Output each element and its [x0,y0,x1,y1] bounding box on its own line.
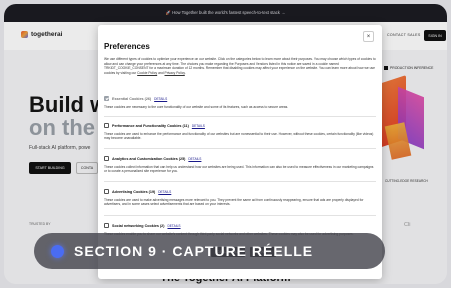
cookie-policy-link[interactable]: Cookie Policy [137,71,157,75]
modal-intro: We use different types of cookies to opt… [104,57,376,75]
details-link[interactable]: DETAILS [167,224,180,228]
category-description: These cookies are used to make advertisi… [104,198,364,207]
advertising-checkbox[interactable] [104,189,109,194]
category-description: These cookies collect information that c… [104,165,374,174]
cookie-category-analytics: Analytics and Customization Cookies (25)… [104,156,376,174]
category-label: Social networking Cookies (2) [112,223,165,228]
analytics-checkbox[interactable] [104,156,109,161]
details-link[interactable]: DETAILS [154,97,167,101]
details-link[interactable]: DETAILS [192,124,205,128]
modal-title: Preferences [104,42,150,51]
intro-end: . [184,70,186,75]
cookie-category-essential: Essential Cookies (26) DETAILS These coo… [104,96,376,109]
cookie-category-advertising: Advertising Cookies (19) DETAILS These c… [104,189,376,207]
close-icon[interactable]: × [363,31,374,42]
cookie-category-performance: Performance and Functionality Cookies (1… [104,123,376,141]
category-label: Performance and Functionality Cookies (1… [112,123,189,128]
divider [104,148,376,149]
section-overlay-pill: SECTION 9 · CAPTURE RÉELLE [34,233,385,269]
section-label: SECTION 9 · CAPTURE RÉELLE [74,243,314,259]
category-label: Advertising Cookies (19) [112,189,156,194]
intro-and: and [157,70,165,75]
performance-checkbox[interactable] [104,123,109,128]
category-description: These cookies are necessary to the core … [104,105,289,109]
divider [104,181,376,182]
details-link[interactable]: DETAILS [188,157,201,161]
status-dot-icon [51,244,64,258]
essential-checkbox [104,96,109,101]
details-link[interactable]: DETAILS [158,190,171,194]
category-label: Analytics and Customization Cookies (25) [112,156,186,161]
page-frame: 🚀 How Together built the world's fastest… [4,4,447,284]
social-checkbox[interactable] [104,223,109,228]
category-description: These cookies are used to enhance the pe… [104,132,374,141]
divider [104,116,376,117]
divider [104,215,376,216]
privacy-policy-link[interactable]: Privacy Policy [165,71,185,75]
category-label: Essential Cookies (26) [112,96,152,101]
